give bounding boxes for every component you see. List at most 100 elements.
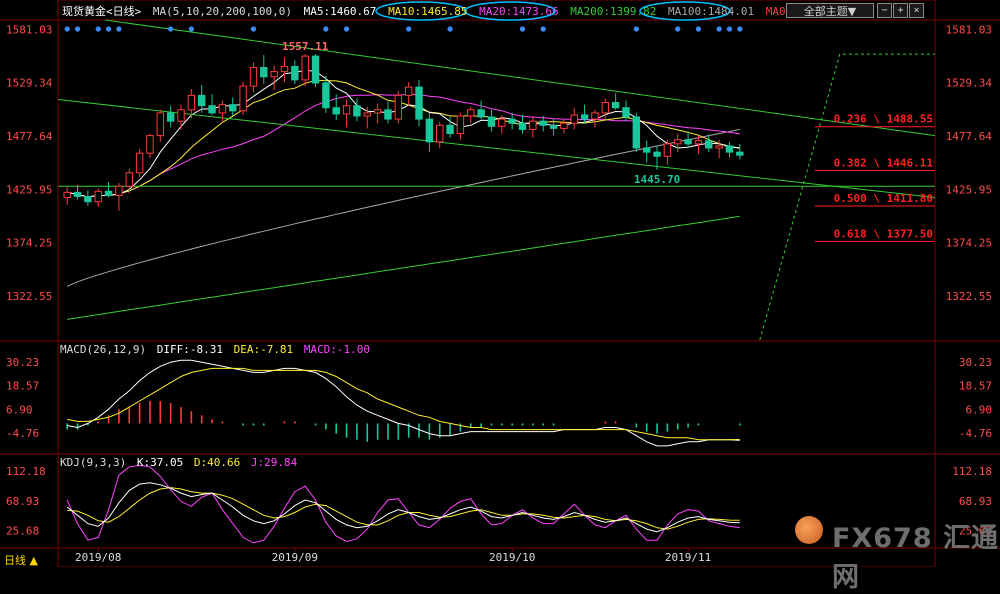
signal-dot: [633, 26, 639, 32]
signal-dot: [726, 26, 733, 32]
signal-dot: [737, 26, 743, 32]
candle-down: [622, 107, 630, 118]
candle-down: [518, 122, 527, 130]
price-tick-left: 1477.64: [6, 130, 53, 143]
fib-label: 0.236 \ 1488.55: [834, 113, 933, 126]
kdj-tick-left: 25.68: [6, 525, 39, 538]
watermark-logo-icon: [795, 516, 823, 544]
kdj-k-line: [66, 482, 740, 533]
candle-up: [342, 105, 351, 115]
candle-up: [177, 109, 185, 122]
zoom-in-button[interactable]: +: [893, 3, 908, 18]
candle-up: [456, 115, 465, 135]
candle-down: [642, 147, 651, 153]
candle-down: [725, 145, 734, 153]
macd-tick-right: 18.57: [959, 380, 992, 393]
candle-down: [653, 151, 661, 157]
time-tick-label: 2019/08: [75, 551, 121, 564]
kdj-d: D:40.66: [193, 456, 241, 469]
chart-canvas[interactable]: 1581.03 1581.03 1529.34 1529.34 1477.64 1477.…: [0, 0, 1000, 567]
candle-down: [508, 118, 516, 124]
macd-dea-line: [67, 367, 740, 441]
price-tick-right: 1374.25: [946, 237, 992, 250]
signal-dot: [64, 26, 70, 32]
candle-up: [218, 104, 227, 114]
signal-dot: [188, 26, 194, 32]
price-tick-left: 1529.34: [6, 77, 53, 90]
kdj-tick-right: 112.18: [952, 465, 992, 478]
signal-dot: [343, 26, 350, 32]
candle-up: [560, 122, 568, 129]
candle-up: [601, 102, 610, 114]
price-tick-right: 1425.95: [946, 183, 992, 196]
signal-dot: [406, 26, 412, 32]
kdj-d-line: [67, 487, 740, 530]
theme-selector[interactable]: 全部主题▼: [786, 3, 874, 18]
macd-tick-right: 6.90: [966, 403, 993, 416]
ma200-value: MA200:1399.82: [570, 5, 657, 18]
kdj-tick-left: 68.93: [6, 495, 39, 508]
ma100-value: MA100:1484.01: [668, 5, 755, 18]
low-annotation: 1445.70: [634, 173, 680, 186]
candle-up: [591, 112, 599, 120]
macd-tick-left: -4.76: [6, 427, 39, 440]
ma-settings[interactable]: MA(5,10,20,200,100,0): [153, 5, 292, 18]
period-tab[interactable]: 日线 ▲: [4, 552, 38, 568]
signal-dot: [540, 26, 546, 32]
signal-dot: [168, 26, 174, 32]
close-button[interactable]: ×: [909, 3, 924, 18]
candle-up: [135, 152, 144, 174]
signal-dot: [250, 26, 257, 32]
candle-up: [363, 112, 371, 117]
candle-up: [156, 112, 165, 137]
candle-down: [197, 94, 206, 107]
candle-up: [249, 66, 258, 87]
candle-up: [239, 85, 247, 112]
candle-up: [125, 172, 133, 187]
candle-down: [487, 116, 496, 127]
candle-down: [208, 105, 216, 114]
candle-down: [229, 104, 237, 112]
kdj-j: J:29.84: [250, 456, 298, 469]
candle-up: [529, 120, 537, 130]
macd-hist: MACD:-1.00: [303, 343, 371, 356]
watermark: FX678 汇通网: [832, 523, 1000, 593]
ma100-line: [66, 128, 740, 287]
signal-dot: [116, 26, 122, 32]
candle-down: [705, 140, 713, 149]
candle-down: [684, 139, 692, 145]
candle-down: [384, 109, 392, 120]
time-tick-label: 2019/09: [272, 551, 318, 564]
candle-down: [311, 55, 320, 84]
candle-down: [73, 191, 82, 198]
candle-up: [115, 185, 123, 196]
candle-down: [446, 124, 454, 135]
macd-dea: DEA:-7.81: [233, 343, 294, 356]
price-tick-left: 1581.03: [6, 23, 52, 36]
signal-dot: [695, 26, 702, 32]
signal-dot: [716, 26, 722, 32]
candle-up: [394, 94, 403, 120]
macd-label: MACD(26,12,9): [60, 343, 147, 356]
signal-dot: [675, 26, 681, 32]
candle-down: [332, 107, 340, 115]
candle-down: [353, 105, 361, 117]
candle-down: [611, 102, 620, 109]
candle-up: [373, 109, 382, 114]
candle-up: [146, 135, 154, 154]
candle-up: [94, 190, 102, 203]
chart-root: 1581.03 1581.03 1529.34 1529.34 1477.64 1477.…: [0, 0, 1000, 593]
candle-up: [467, 109, 475, 117]
zoom-out-button[interactable]: −: [877, 3, 892, 18]
signal-dot: [74, 26, 81, 32]
candle-up: [301, 55, 309, 81]
candle-down: [322, 82, 330, 109]
kdj-tick-left: 112.18: [6, 465, 46, 478]
candle-down: [580, 114, 589, 120]
fib-label: 0.500 \ 1411.80: [834, 192, 933, 205]
kdj-k: K:37.05: [136, 456, 184, 469]
price-tick-left: 1425.95: [6, 183, 52, 196]
macd-diff: DIFF:-8.31: [156, 343, 223, 356]
candle-down: [84, 196, 92, 203]
kdj-j-line: [66, 464, 740, 544]
